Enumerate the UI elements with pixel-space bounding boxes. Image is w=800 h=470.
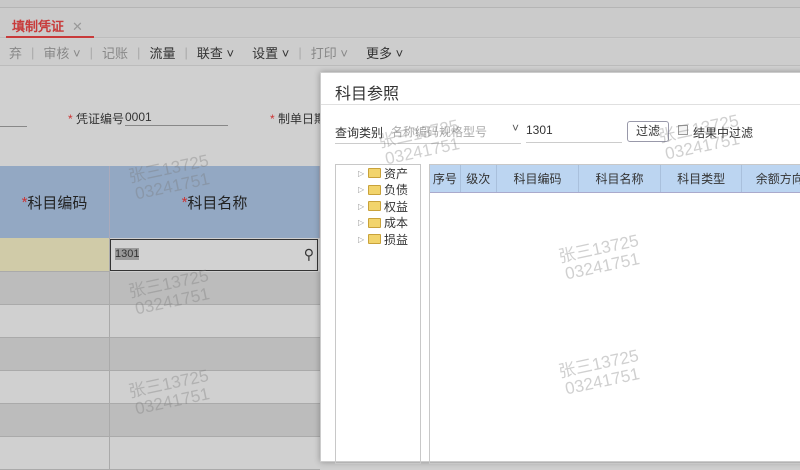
col-header-name: * 科目名称 [110, 166, 320, 238]
field-underline [0, 126, 27, 127]
folder-icon [368, 217, 381, 228]
category-tree: ▷ 资产 ▷ 负债 ▷ 权益 ▷ 成本 ▷ 损益 [335, 164, 421, 464]
top-bar [0, 0, 800, 8]
col-name[interactable]: 科目名称 [579, 165, 661, 192]
col-index[interactable]: 序号 [430, 165, 461, 192]
chevron-down-icon: ˅ [511, 121, 519, 135]
toolbar-abandon[interactable]: 弃 [0, 43, 31, 62]
search-icon[interactable]: ⚲ [304, 246, 314, 263]
filter-button[interactable]: 过滤 [627, 121, 669, 142]
account-grid: 序号 级次 科目编码 科目名称 科目类型 余额方向 [429, 164, 800, 464]
query-type-label: 查询类别 [335, 126, 384, 140]
toolbar-audit[interactable]: 审核 ˅ [34, 43, 89, 62]
table-row[interactable] [0, 437, 320, 470]
tree-node-equity[interactable]: ▷ 权益 [336, 198, 420, 215]
folder-icon [368, 168, 381, 179]
toolbar-more[interactable]: 更多 ˅ [357, 43, 412, 62]
filter-in-results-label: 结果中过滤 [693, 126, 754, 140]
filter-in-results-checkbox[interactable] [678, 125, 688, 135]
col-header-code: * 科目编码 [0, 166, 110, 238]
query-underline [335, 143, 521, 144]
date-label: * 制单日期 [270, 112, 327, 126]
grid-header: 序号 级次 科目编码 科目名称 科目类型 余额方向 [430, 165, 800, 193]
col-type[interactable]: 科目类型 [661, 165, 743, 192]
toolbar-print[interactable]: 打印 ˅ [302, 43, 357, 62]
table-row[interactable] [0, 272, 320, 305]
tab-fill-voucher[interactable]: 填制凭证 ✕ [6, 16, 94, 38]
voucher-no-field[interactable]: 0001 [125, 110, 228, 126]
tab-bar: 填制凭证 ✕ [0, 8, 800, 38]
col-balance-direction[interactable]: 余额方向 [742, 165, 800, 192]
tree-node-cost[interactable]: ▷ 成本 [336, 215, 420, 232]
close-icon[interactable]: ✕ [72, 19, 83, 34]
table-row[interactable] [0, 338, 320, 371]
voucher-no-label: * 凭证编号 [68, 112, 125, 126]
table-row[interactable] [0, 371, 320, 404]
toolbar-flow[interactable]: 流量 [140, 43, 184, 62]
table-row[interactable] [0, 305, 320, 338]
folder-icon [368, 234, 381, 245]
tree-node-assets[interactable]: ▷ 资产 [336, 165, 420, 182]
col-code[interactable]: 科目编码 [497, 165, 580, 192]
query-input[interactable]: 1301 [526, 123, 622, 143]
toolbar-linked-query[interactable]: 联查 ˅ [188, 43, 243, 62]
code-cell[interactable] [0, 238, 110, 272]
toolbar-settings[interactable]: 设置 ˅ [243, 43, 298, 62]
folder-icon [368, 201, 381, 212]
toolbar-post[interactable]: 记账 [93, 43, 137, 62]
tree-node-liabilities[interactable]: ▷ 负债 [336, 182, 420, 199]
col-level[interactable]: 级次 [461, 165, 497, 192]
account-reference-dialog: 科目参照 查询类别 名称编码规格型号 ˅ 1301 过滤 结果中过滤 ▷ 资产 ▷ 负… [320, 72, 800, 464]
tree-node-profit-loss[interactable]: ▷ 损益 [336, 231, 420, 248]
dialog-title: 科目参照 [321, 73, 800, 105]
tab-label: 填制凭证 [12, 19, 65, 34]
query-type-select[interactable]: 名称编码规格型号 ˅ [391, 121, 521, 141]
folder-icon [368, 184, 381, 195]
account-name-input[interactable]: 1301 ⚲ [110, 239, 318, 271]
table-row[interactable] [0, 404, 320, 437]
toolbar: 弃 | 审核 ˅ | 记账 | 流量 | 联查 ˅ 设置 ˅ | 打印 ˅ 更多 ˅ [0, 39, 800, 66]
